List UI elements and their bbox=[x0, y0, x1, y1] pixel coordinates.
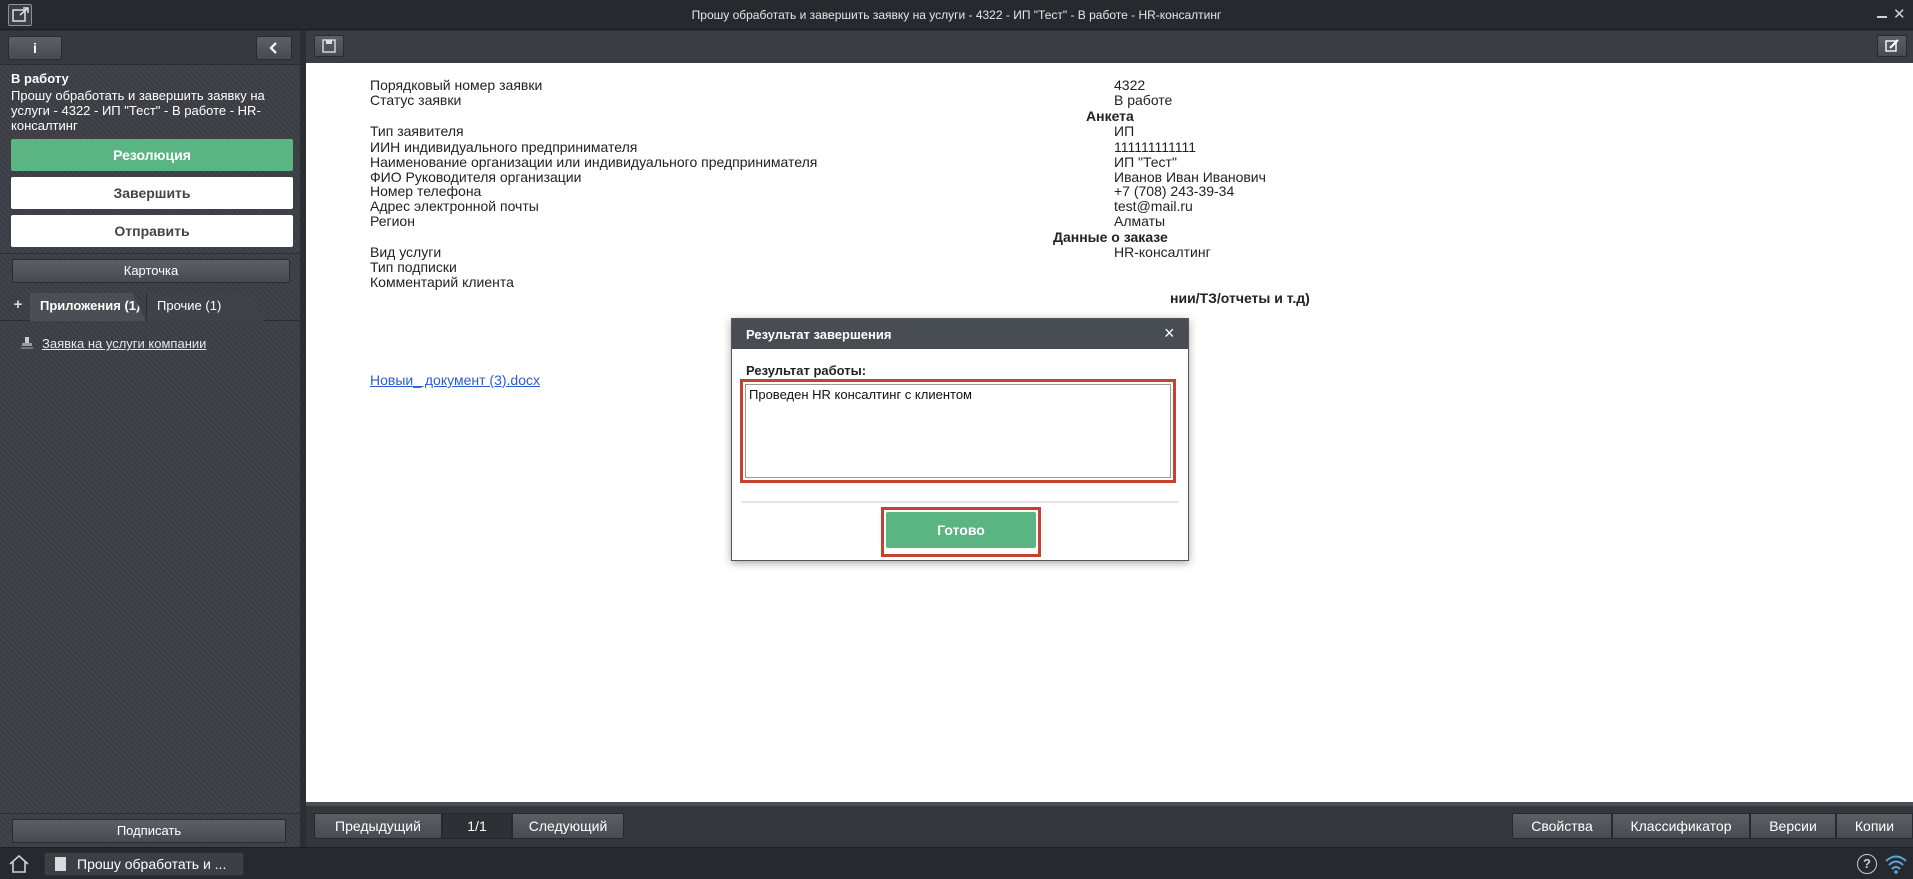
dialog-title: Результат завершения bbox=[746, 327, 892, 342]
doc-value: ИП bbox=[1114, 123, 1135, 139]
chevron-left-icon bbox=[269, 42, 277, 54]
doc-value: Алматы bbox=[1114, 213, 1166, 229]
save-button[interactable] bbox=[314, 35, 344, 57]
help-icon[interactable]: ? bbox=[1857, 854, 1877, 874]
divider bbox=[0, 253, 300, 254]
divider bbox=[0, 813, 300, 814]
stamp-icon bbox=[21, 337, 33, 349]
card-button[interactable]: Карточка bbox=[12, 259, 290, 283]
doc-label: Наименование организации или индивидуаль… bbox=[370, 154, 818, 170]
send-button[interactable]: Отправить bbox=[11, 215, 293, 247]
previous-button[interactable]: Предыдущий bbox=[314, 813, 442, 839]
done-button[interactable]: Готово bbox=[886, 512, 1036, 548]
wifi-icon bbox=[1885, 855, 1907, 874]
home-icon[interactable] bbox=[8, 854, 30, 874]
doc-value: 111111111111 bbox=[1114, 139, 1197, 155]
copies-button[interactable]: Копии bbox=[1836, 813, 1913, 839]
tab-other[interactable]: Прочие (1) bbox=[146, 293, 264, 321]
properties-button[interactable]: Свойства bbox=[1512, 813, 1612, 839]
doc-label: Номер телефона bbox=[370, 183, 482, 199]
document-toolbar bbox=[306, 31, 1913, 63]
save-icon bbox=[322, 39, 336, 53]
completion-result-dialog: Результат завершения × Результат работы:… bbox=[731, 318, 1189, 561]
next-button[interactable]: Следующий bbox=[512, 813, 624, 839]
taskbar: Прошу обработать и ... ? bbox=[0, 847, 1913, 879]
edit-button[interactable] bbox=[1877, 35, 1907, 57]
section-heading: Данные о заказе bbox=[1053, 229, 1168, 245]
status-title: В работу bbox=[11, 71, 69, 86]
close-window-icon[interactable]: ✕ bbox=[1893, 7, 1906, 22]
doc-label: Адрес электронной почты bbox=[370, 198, 539, 214]
doc-label: Порядковый номер заявки bbox=[370, 77, 543, 93]
tab-attachments[interactable]: Приложения (1) bbox=[30, 293, 146, 321]
doc-value: +7 (708) 243-39-34 bbox=[1114, 183, 1235, 199]
doc-value: ИП "Тест" bbox=[1114, 154, 1177, 170]
classifier-button[interactable]: Классификатор bbox=[1612, 813, 1750, 839]
doc-value: 4322 bbox=[1114, 77, 1146, 93]
finish-button[interactable]: Завершить bbox=[11, 177, 293, 209]
close-icon[interactable]: × bbox=[1164, 324, 1175, 342]
document-icon bbox=[55, 857, 66, 871]
add-icon[interactable]: + bbox=[8, 295, 28, 315]
section-heading: нии/ТЗ/отчеты и т.д) bbox=[1170, 290, 1310, 306]
attachment-item[interactable]: Заявка на услуги компании bbox=[20, 336, 206, 351]
taskbar-item-label: Прошу обработать и ... bbox=[77, 856, 227, 872]
attachment-link[interactable]: Заявка на услуги компании bbox=[42, 336, 206, 351]
doc-value: test@mail.ru bbox=[1114, 198, 1193, 214]
doc-value: HR-консалтинг bbox=[1114, 244, 1211, 260]
doc-value: В работе bbox=[1114, 92, 1173, 108]
versions-button[interactable]: Версии bbox=[1750, 813, 1836, 839]
taskbar-item[interactable]: Прошу обработать и ... bbox=[44, 852, 244, 876]
bottom-toolbar: Предыдущий 1/1 Следующий Свойства Класси… bbox=[306, 806, 1913, 847]
result-label: Результат работы: bbox=[746, 363, 867, 378]
attachments-tabs: + Приложения (1) Прочие (1) bbox=[0, 289, 300, 321]
file-link[interactable]: Новыи_ документ (3).docx bbox=[370, 372, 540, 388]
left-panel: i В работу Прошу обработать и завершить … bbox=[0, 31, 300, 847]
window-title: Прошу обработать и завершить заявку на у… bbox=[691, 8, 1222, 22]
collapse-panel-button[interactable] bbox=[256, 36, 292, 60]
minimize-icon[interactable] bbox=[1877, 16, 1887, 18]
resolution-button[interactable]: Резолюция bbox=[11, 139, 293, 171]
doc-label: Статус заявки bbox=[370, 92, 462, 108]
doc-label: Тип заявителя bbox=[370, 123, 464, 139]
dialog-header: Результат завершения × bbox=[732, 319, 1188, 349]
result-textarea[interactable]: Проведен HR консалтинг с клиентом bbox=[745, 384, 1171, 478]
doc-label: Комментарий клиента bbox=[370, 274, 514, 290]
edit-icon bbox=[1885, 39, 1899, 52]
doc-label: Вид услуги bbox=[370, 244, 442, 260]
divider bbox=[742, 501, 1178, 503]
sign-button[interactable]: Подписать bbox=[12, 819, 286, 843]
doc-label: ИИН индивидуального предпринимателя bbox=[370, 139, 638, 155]
section-heading: Анкета bbox=[1086, 108, 1134, 124]
doc-label: Тип подписки bbox=[370, 259, 457, 275]
status-description: Прошу обработать и завершить заявку на у… bbox=[11, 88, 265, 133]
info-button[interactable]: i bbox=[8, 36, 62, 60]
page-indicator: 1/1 bbox=[442, 813, 512, 839]
title-bar: Прошу обработать и завершить заявку на у… bbox=[0, 0, 1913, 30]
doc-label: Регион bbox=[370, 213, 415, 229]
